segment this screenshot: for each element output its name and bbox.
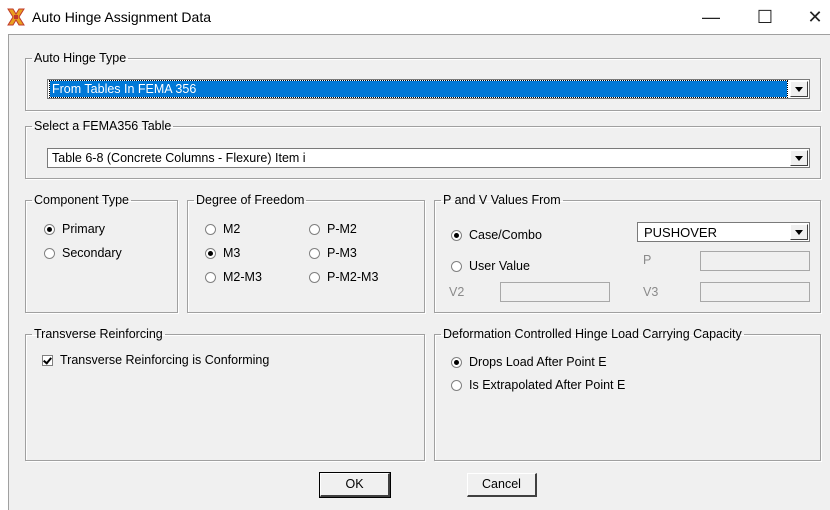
pv-legend: P and V Values From xyxy=(443,193,561,207)
minimize-button[interactable]: — xyxy=(688,2,734,32)
deformation-legend: Deformation Controlled Hinge Load Carryi… xyxy=(443,327,742,341)
case-combo-select[interactable]: PUSHOVER xyxy=(637,222,810,242)
radio-secondary-label: Secondary xyxy=(62,246,122,260)
radio-m2-label: M2 xyxy=(223,222,241,236)
radio-button-icon[interactable] xyxy=(451,260,462,272)
radio-user-value-label: User Value xyxy=(469,259,530,273)
window-title: Auto Hinge Assignment Data xyxy=(32,9,211,25)
checkbox-icon[interactable] xyxy=(42,354,53,366)
radio-p-m3[interactable]: P-M3 xyxy=(309,246,357,260)
radio-p-m2-m3-label: P-M2-M3 xyxy=(327,270,379,284)
radio-button-icon[interactable] xyxy=(44,223,55,235)
auto-hinge-type-select[interactable]: From Tables In FEMA 356 xyxy=(47,79,810,99)
transverse-legend: Transverse Reinforcing xyxy=(34,327,163,341)
v2-field[interactable] xyxy=(500,282,610,302)
close-button[interactable]: ✕ xyxy=(792,2,830,32)
chevron-down-icon[interactable] xyxy=(790,224,808,240)
component-type-legend: Component Type xyxy=(34,193,129,207)
radio-m2-m3-label: M2-M3 xyxy=(223,270,262,284)
ok-button[interactable]: OK xyxy=(319,472,391,498)
radio-button-icon[interactable] xyxy=(309,271,320,283)
radio-p-m2[interactable]: P-M2 xyxy=(309,222,357,236)
app-icon xyxy=(7,8,25,26)
radio-m2[interactable]: M2 xyxy=(205,222,240,236)
cancel-button[interactable]: Cancel xyxy=(467,473,537,497)
radio-secondary[interactable]: Secondary xyxy=(44,246,122,260)
radio-button-icon[interactable] xyxy=(309,223,320,235)
radio-button-icon[interactable] xyxy=(451,356,462,368)
auto-hinge-type-legend: Auto Hinge Type xyxy=(34,51,127,65)
chevron-down-icon[interactable] xyxy=(790,150,808,166)
p-field[interactable] xyxy=(700,251,810,271)
radio-extrapolated[interactable]: Is Extrapolated After Point E xyxy=(451,378,625,392)
transverse-group: Transverse Reinforcing xyxy=(25,327,425,461)
radio-m2-m3[interactable]: M2-M3 xyxy=(205,270,262,284)
v3-label: V3 xyxy=(643,285,659,299)
radio-button-icon[interactable] xyxy=(451,229,462,241)
radio-button-icon[interactable] xyxy=(205,223,216,235)
transverse-conforming-label: Transverse Reinforcing is Conforming xyxy=(60,353,270,367)
chevron-down-icon[interactable] xyxy=(790,81,808,97)
radio-m3[interactable]: M3 xyxy=(205,246,240,260)
radio-button-icon[interactable] xyxy=(309,247,320,259)
p-label: P xyxy=(643,253,652,267)
radio-primary-label: Primary xyxy=(62,222,106,236)
radio-p-m2-m3[interactable]: P-M2-M3 xyxy=(309,270,378,284)
radio-drops-load-label: Drops Load After Point E xyxy=(469,355,607,369)
fema-table-legend: Select a FEMA356 Table xyxy=(34,119,172,133)
radio-user-value[interactable]: User Value xyxy=(451,259,530,273)
dialog-body: Auto Hinge Type From Tables In FEMA 356 … xyxy=(8,34,830,510)
case-combo-value: PUSHOVER xyxy=(644,225,717,240)
v3-field[interactable] xyxy=(700,282,810,302)
v2-label: V2 xyxy=(449,285,465,299)
radio-button-icon[interactable] xyxy=(205,247,216,259)
radio-drops-load[interactable]: Drops Load After Point E xyxy=(451,355,607,369)
radio-case-combo[interactable]: Case/Combo xyxy=(451,228,542,242)
auto-hinge-type-value: From Tables In FEMA 356 xyxy=(49,80,788,98)
fema-table-value: Table 6-8 (Concrete Columns - Flexure) I… xyxy=(52,151,306,165)
radio-button-icon[interactable] xyxy=(44,247,55,259)
maximize-button[interactable]: ☐ xyxy=(742,2,788,32)
radio-extrapolated-label: Is Extrapolated After Point E xyxy=(469,378,626,392)
radio-button-icon[interactable] xyxy=(205,271,216,283)
radio-p-m2-label: P-M2 xyxy=(327,222,357,236)
radio-button-icon[interactable] xyxy=(451,379,462,391)
dof-legend: Degree of Freedom xyxy=(196,193,305,207)
deformation-group: Deformation Controlled Hinge Load Carryi… xyxy=(434,327,821,461)
fema-table-select[interactable]: Table 6-8 (Concrete Columns - Flexure) I… xyxy=(47,148,810,168)
radio-p-m3-label: P-M3 xyxy=(327,246,357,260)
radio-m3-label: M3 xyxy=(223,246,241,260)
transverse-conforming-checkbox[interactable]: Transverse Reinforcing is Conforming xyxy=(42,353,269,367)
radio-case-combo-label: Case/Combo xyxy=(469,228,542,242)
radio-primary[interactable]: Primary xyxy=(44,222,105,236)
title-bar: Auto Hinge Assignment Data — ☐ ✕ xyxy=(0,0,830,34)
